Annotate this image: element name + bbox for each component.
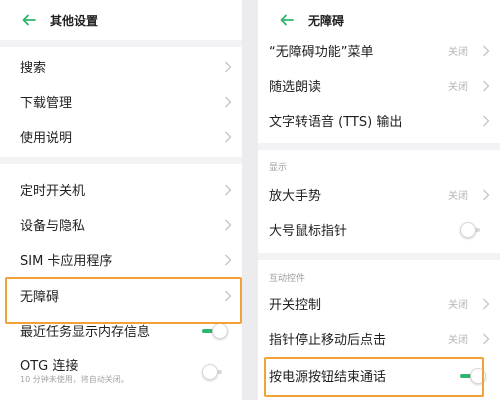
divider	[0, 40, 242, 47]
divider	[0, 157, 242, 164]
page-title: 其他设置	[50, 13, 99, 28]
chevron-right-icon	[225, 290, 232, 301]
list-item-download-manager[interactable]: 下载管理	[0, 84, 242, 119]
list-item-label: 放大手势	[269, 189, 322, 204]
otg-toggle[interactable]	[202, 364, 228, 380]
chevron-right-icon	[483, 45, 490, 56]
chevron-right-icon	[483, 298, 490, 309]
list-item-label: 随选朗读	[269, 80, 322, 95]
other-settings-screen: 其他设置 搜索 下载管理 使用说明 定时开关机 设备与隐私 SIM 卡应用程序	[0, 0, 242, 400]
list-item-user-guide[interactable]: 使用说明	[0, 119, 242, 154]
section-header-interaction: 互动控件	[269, 274, 306, 284]
list-item-label: OTG 连接	[20, 359, 79, 374]
list-item-label: 文字转语音 (TTS) 输出	[269, 115, 403, 130]
divider	[258, 253, 500, 260]
list-item-label: 定时开关机	[20, 184, 86, 199]
list-item-label: SIM 卡应用程序	[20, 254, 113, 269]
list-item-scheduled-power[interactable]: 定时开关机	[0, 172, 242, 207]
chevron-right-icon	[483, 333, 490, 344]
list-item-label: 搜索	[20, 61, 47, 76]
chevron-right-icon	[225, 131, 232, 142]
screenshot-frame: 其他设置 搜索 下载管理 使用说明 定时开关机 设备与隐私 SIM 卡应用程序	[0, 0, 500, 400]
list-item-device-privacy[interactable]: 设备与隐私	[0, 207, 242, 242]
list-item-label: 开关控制	[269, 298, 322, 313]
chevron-right-icon	[225, 254, 232, 265]
status-value: 关闭	[448, 47, 468, 58]
list-item-accessibility-menu[interactable]: “无障碍功能”菜单 关闭	[258, 33, 500, 68]
large-mouse-pointer-toggle[interactable]	[460, 221, 486, 238]
list-item-otg[interactable]: OTG 连接 10 分钟未使用，将自动关闭。	[0, 352, 242, 392]
list-item-search[interactable]: 搜索	[0, 49, 242, 84]
chevron-right-icon	[225, 61, 232, 72]
header: 其他设置	[0, 0, 242, 40]
chevron-right-icon	[225, 184, 232, 195]
list-item-switch-access[interactable]: 开关控制 关闭	[258, 286, 500, 321]
list-item-label: 指针停止移动后点击	[269, 333, 387, 348]
page-title: 无障碍	[308, 13, 345, 28]
list-item-label: 最近任务显示内存信息	[20, 325, 151, 340]
chevron-right-icon	[483, 115, 490, 126]
list-item-label: 大号鼠标指针	[269, 224, 348, 239]
back-arrow-icon[interactable]	[19, 10, 39, 30]
section-header-display: 显示	[269, 163, 288, 173]
chevron-right-icon	[225, 219, 232, 230]
toggle-knob	[212, 322, 228, 339]
toggle-knob	[202, 364, 218, 380]
list-item-label: “无障碍功能”菜单	[269, 45, 374, 60]
list-item-dwell-click[interactable]: 指针停止移动后点击 关闭	[258, 321, 500, 356]
chevron-right-icon	[225, 96, 232, 107]
divider	[258, 143, 500, 150]
list-item-label: 使用说明	[20, 131, 73, 146]
list-item-label: 无障碍	[20, 290, 60, 305]
power-button-ends-call-toggle[interactable]	[460, 367, 486, 384]
list-item-magnification-gesture[interactable]: 放大手势 关闭	[258, 177, 500, 212]
list-item-tts-output[interactable]: 文字转语音 (TTS) 输出	[258, 103, 500, 138]
list-item-sublabel: 10 分钟未使用，将自动关闭。	[20, 375, 129, 384]
list-item-label: 设备与隐私	[20, 219, 86, 234]
status-value: 关闭	[448, 82, 468, 93]
status-value: 关闭	[448, 191, 468, 202]
status-value: 关闭	[448, 300, 468, 311]
list-item-label: 按电源按钮结束通话	[269, 370, 387, 385]
back-arrow-icon[interactable]	[277, 10, 297, 30]
list-item-sim-apps[interactable]: SIM 卡应用程序	[0, 242, 242, 277]
list-item-large-mouse-pointer[interactable]: 大号鼠标指针	[258, 212, 500, 247]
list-item-label: 下载管理	[20, 96, 73, 111]
list-item-power-button-ends-call[interactable]: 按电源按钮结束通话	[258, 358, 500, 393]
accessibility-screen: 无障碍 “无障碍功能”菜单 关闭 随选朗读 关闭 文字转语音 (TTS) 输出 …	[258, 0, 500, 400]
toggle-knob	[460, 221, 476, 238]
list-item-select-to-speak[interactable]: 随选朗读 关闭	[258, 68, 500, 103]
chevron-right-icon	[483, 80, 490, 91]
chevron-right-icon	[483, 189, 490, 200]
list-item-recent-tasks-memory[interactable]: 最近任务显示内存信息	[0, 313, 242, 348]
list-item-accessibility[interactable]: 无障碍	[0, 278, 242, 313]
recent-tasks-memory-toggle[interactable]	[202, 322, 228, 339]
status-value: 关闭	[448, 335, 468, 346]
toggle-knob	[470, 367, 486, 384]
